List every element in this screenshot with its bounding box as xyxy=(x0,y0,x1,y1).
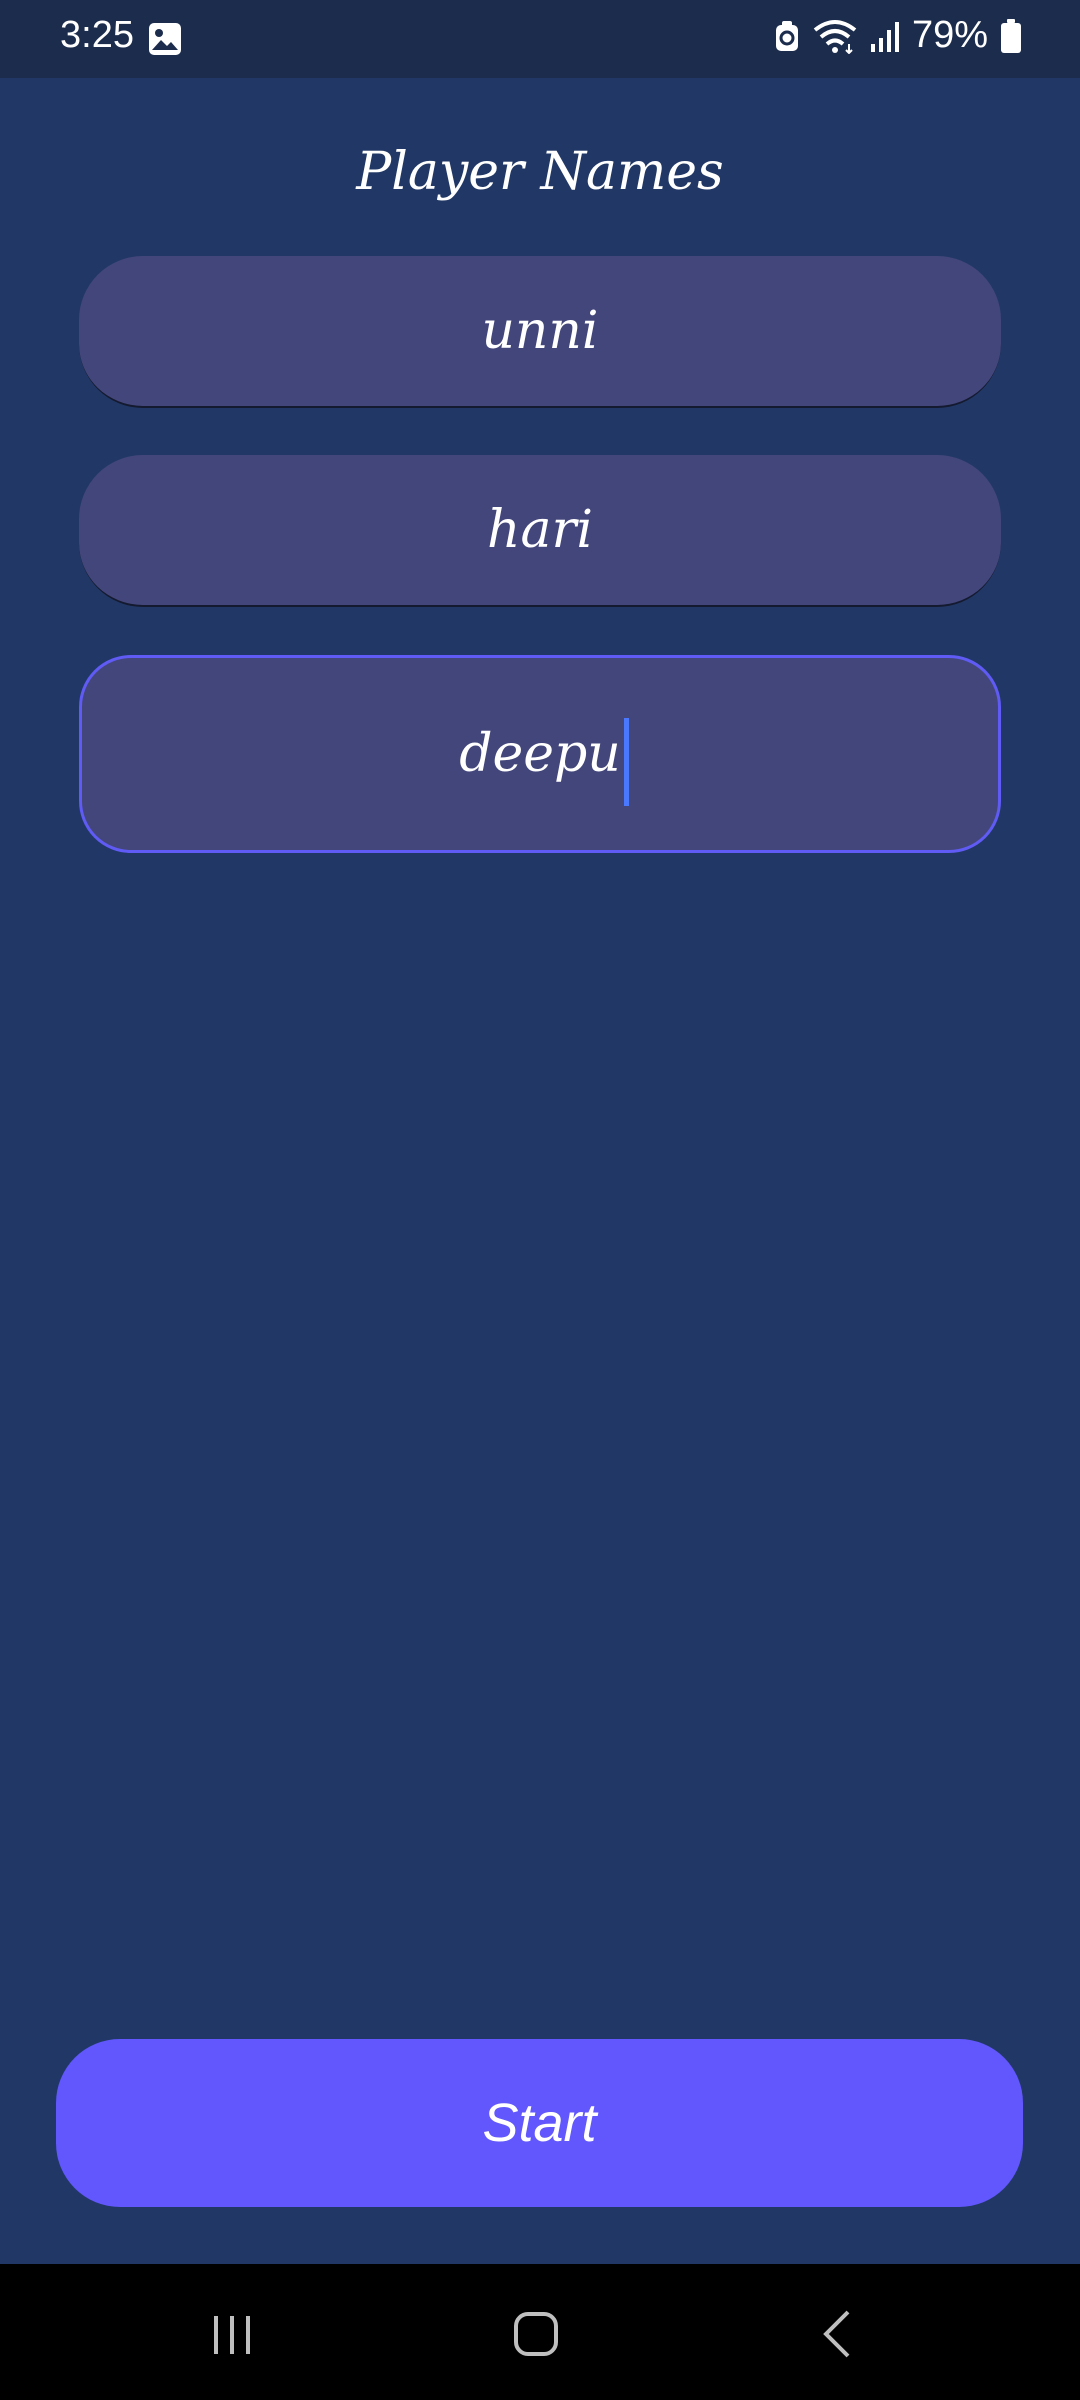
player-name-value: deepu xyxy=(459,718,629,806)
gallery-icon xyxy=(148,22,182,56)
status-time: 3:25 xyxy=(60,14,134,56)
player-name-field-1[interactable]: unni xyxy=(79,256,1001,408)
player-name-value: hari xyxy=(487,500,593,560)
navigation-bar xyxy=(0,2264,1080,2400)
signal-icon xyxy=(870,20,900,52)
player-name-field-3[interactable]: deepu xyxy=(79,655,1001,853)
start-button[interactable]: Start xyxy=(56,2039,1023,2207)
player-name-text: deepu xyxy=(459,724,621,784)
battery-percent: 79% xyxy=(911,14,988,56)
status-bar: 3:25 79% xyxy=(0,0,1080,78)
text-cursor xyxy=(623,718,629,806)
player-names-screen: 3:25 79% Player Names unni hari deepu St… xyxy=(0,0,1080,2400)
recent-apps-icon[interactable] xyxy=(202,2304,262,2364)
wifi-icon xyxy=(812,18,858,54)
status-icons: 79% xyxy=(774,14,1022,57)
data-saver-icon xyxy=(774,19,800,53)
back-icon[interactable] xyxy=(808,2304,868,2364)
page-title: Player Names xyxy=(356,142,724,202)
player-name-field-2[interactable]: hari xyxy=(79,455,1001,607)
player-name-value: unni xyxy=(481,301,599,361)
battery-icon xyxy=(1000,18,1022,54)
home-icon[interactable] xyxy=(507,2304,567,2364)
